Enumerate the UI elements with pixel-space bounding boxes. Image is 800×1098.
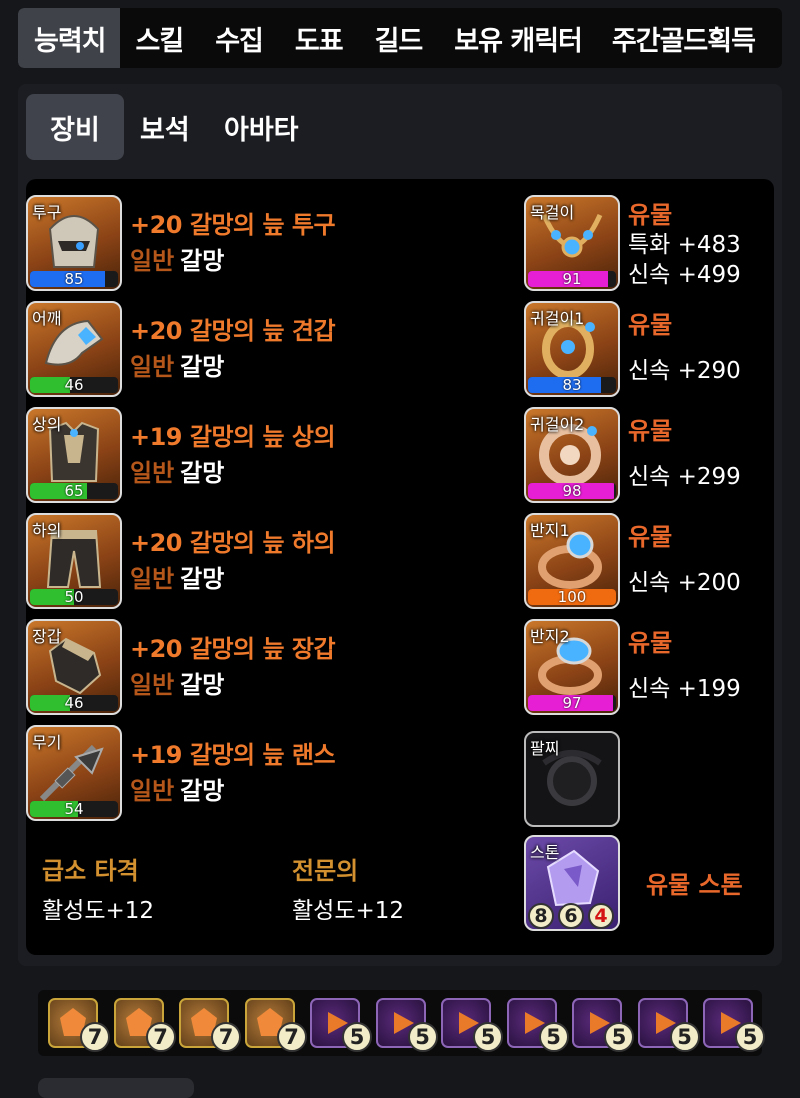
gem-level: 7 xyxy=(80,1022,110,1052)
engraving-value: 활성도+12 xyxy=(292,898,405,924)
equipment-tile-pants[interactable]: 하의 50 xyxy=(26,513,122,609)
equipment-area: 투구 85 +20 갈망의 늪 투구 일반 갈망 어깨 46 +20 갈망의 늪 … xyxy=(26,179,774,955)
item-name: +20 갈망의 늪 장갑 xyxy=(130,635,336,663)
tab-skills[interactable]: 스킬 xyxy=(120,8,200,68)
slot-label: 상의 xyxy=(32,415,62,434)
item-grade-set: 일반 갈망 xyxy=(130,459,225,487)
item-name: +20 갈망의 늪 하의 xyxy=(130,529,336,557)
slot-label: 투구 xyxy=(32,203,62,222)
character-panel: 장비 보석 아바타 투구 85 +20 갈망의 늪 투구 일반 갈망 어깨 46 … xyxy=(18,84,782,966)
engraving-value: 활성도+12 xyxy=(42,898,155,924)
quality-bar: 91 xyxy=(528,271,616,287)
quality-bar: 98 xyxy=(528,483,616,499)
slot-label: 무기 xyxy=(32,733,62,752)
quality-bar: 46 xyxy=(30,695,118,711)
quality-bar: 46 xyxy=(30,377,118,393)
slot-label: 장갑 xyxy=(32,627,62,646)
item-name: +19 갈망의 늪 상의 xyxy=(130,423,336,451)
subtab-equipment[interactable]: 장비 xyxy=(26,94,124,160)
slot-label: 귀걸이1 xyxy=(530,309,585,328)
quality-bar: 85 xyxy=(30,271,118,287)
accessory-tile-ring-1[interactable]: 반지1 100 xyxy=(524,513,620,609)
accessory-stat: 신속 +290 xyxy=(628,358,741,384)
stone-label: 유물 스톤 xyxy=(646,871,743,899)
equipment-tile-shoulder[interactable]: 어깨 46 xyxy=(26,301,122,397)
stone-node: 6 xyxy=(558,903,584,929)
equipment-tile-gloves[interactable]: 장갑 46 xyxy=(26,619,122,715)
quality-bar: 65 xyxy=(30,483,118,499)
item-name: +19 갈망의 늪 랜스 xyxy=(130,741,336,769)
accessory-stat: 신속 +299 xyxy=(628,464,741,490)
slot-label: 팔찌 xyxy=(530,739,560,758)
item-grade-set: 일반 갈망 xyxy=(130,247,225,275)
gem-strip: 7 7 7 7 5 5 5 5 5 5 5 xyxy=(38,990,765,1056)
accessory-tile-earring-2[interactable]: 귀걸이2 98 xyxy=(524,407,620,503)
accessory-stat: 신속 +499 xyxy=(628,262,741,288)
stone-node: 4 xyxy=(588,903,614,929)
slot-label: 스톤 xyxy=(530,843,560,862)
slot-label: 반지2 xyxy=(530,627,570,646)
ability-stone-tile[interactable]: 스톤 8 6 4 xyxy=(524,835,620,931)
accessory-stat: 신속 +199 xyxy=(628,676,741,702)
slot-label: 목걸이 xyxy=(530,203,575,222)
quality-bar: 54 xyxy=(30,801,118,817)
gem-level: 5 xyxy=(735,1022,765,1052)
gem-level: 5 xyxy=(604,1022,634,1052)
quality-bar: 100 xyxy=(528,589,616,605)
accessory-tile-necklace[interactable]: 목걸이 91 xyxy=(524,195,620,291)
slot-label: 어깨 xyxy=(32,309,62,328)
item-name: +20 갈망의 늪 견갑 xyxy=(130,317,336,345)
tab-guild[interactable]: 길드 xyxy=(359,8,439,68)
quality-bar: 83 xyxy=(528,377,616,393)
subtab-gems[interactable]: 보석 xyxy=(140,94,190,160)
slot-label: 귀걸이2 xyxy=(530,415,585,434)
accessory-grade: 유물 xyxy=(628,523,673,551)
tab-collection[interactable]: 수집 xyxy=(199,8,279,68)
gem-level: 5 xyxy=(342,1022,372,1052)
accessory-stat: 특화 +483 xyxy=(628,232,741,258)
subtab-avatar[interactable]: 아바타 xyxy=(224,94,299,160)
tab-stats[interactable]: 능력치 xyxy=(18,8,120,68)
item-grade-set: 일반 갈망 xyxy=(130,565,225,593)
gem-level: 5 xyxy=(473,1022,503,1052)
gem-level: 5 xyxy=(407,1022,438,1052)
equipment-tile-chest[interactable]: 상의 65 xyxy=(26,407,122,503)
equipment-tile-helmet[interactable]: 투구 85 xyxy=(26,195,122,291)
gem-level: 7 xyxy=(145,1022,176,1052)
tab-owned-characters[interactable]: 보유 캐릭터 xyxy=(438,8,598,68)
gem-level: 5 xyxy=(669,1022,700,1052)
engraving-name: 급소 타격 xyxy=(42,857,139,885)
item-grade-set: 일반 갈망 xyxy=(130,353,225,381)
slot-label: 반지1 xyxy=(530,521,570,540)
quality-bar: 50 xyxy=(30,589,118,605)
accessory-stat: 신속 +200 xyxy=(628,570,741,596)
item-grade-set: 일반 갈망 xyxy=(130,777,225,805)
gem-level: 5 xyxy=(538,1022,569,1052)
accessory-grade: 유물 xyxy=(628,629,673,657)
tab-weekly-gold[interactable]: 주간골드획득 xyxy=(598,8,769,68)
accessory-grade: 유물 xyxy=(628,311,673,339)
accessory-tile-ring-2[interactable]: 반지2 97 xyxy=(524,619,620,715)
top-tab-bar: 능력치 스킬 수집 도표 길드 보유 캐릭터 주간골드획득 xyxy=(18,8,782,68)
tab-chart[interactable]: 도표 xyxy=(279,8,359,68)
accessory-tile-earring-1[interactable]: 귀걸이1 83 xyxy=(524,301,620,397)
accessory-tile-bracelet[interactable]: 팔찌 xyxy=(524,731,620,827)
item-grade-set: 일반 갈망 xyxy=(130,671,225,699)
gem-level: 7 xyxy=(276,1022,307,1052)
equipment-tile-weapon[interactable]: 무기 54 xyxy=(26,725,122,821)
accessory-grade: 유물 xyxy=(628,417,673,445)
slot-label: 하의 xyxy=(32,521,62,540)
bottom-tab-stub[interactable] xyxy=(38,1078,194,1098)
engraving-name: 전문의 xyxy=(292,857,359,885)
quality-bar: 97 xyxy=(528,695,616,711)
gem-level: 7 xyxy=(211,1022,241,1052)
item-name: +20 갈망의 늪 투구 xyxy=(130,211,336,239)
stone-node: 8 xyxy=(528,903,554,929)
